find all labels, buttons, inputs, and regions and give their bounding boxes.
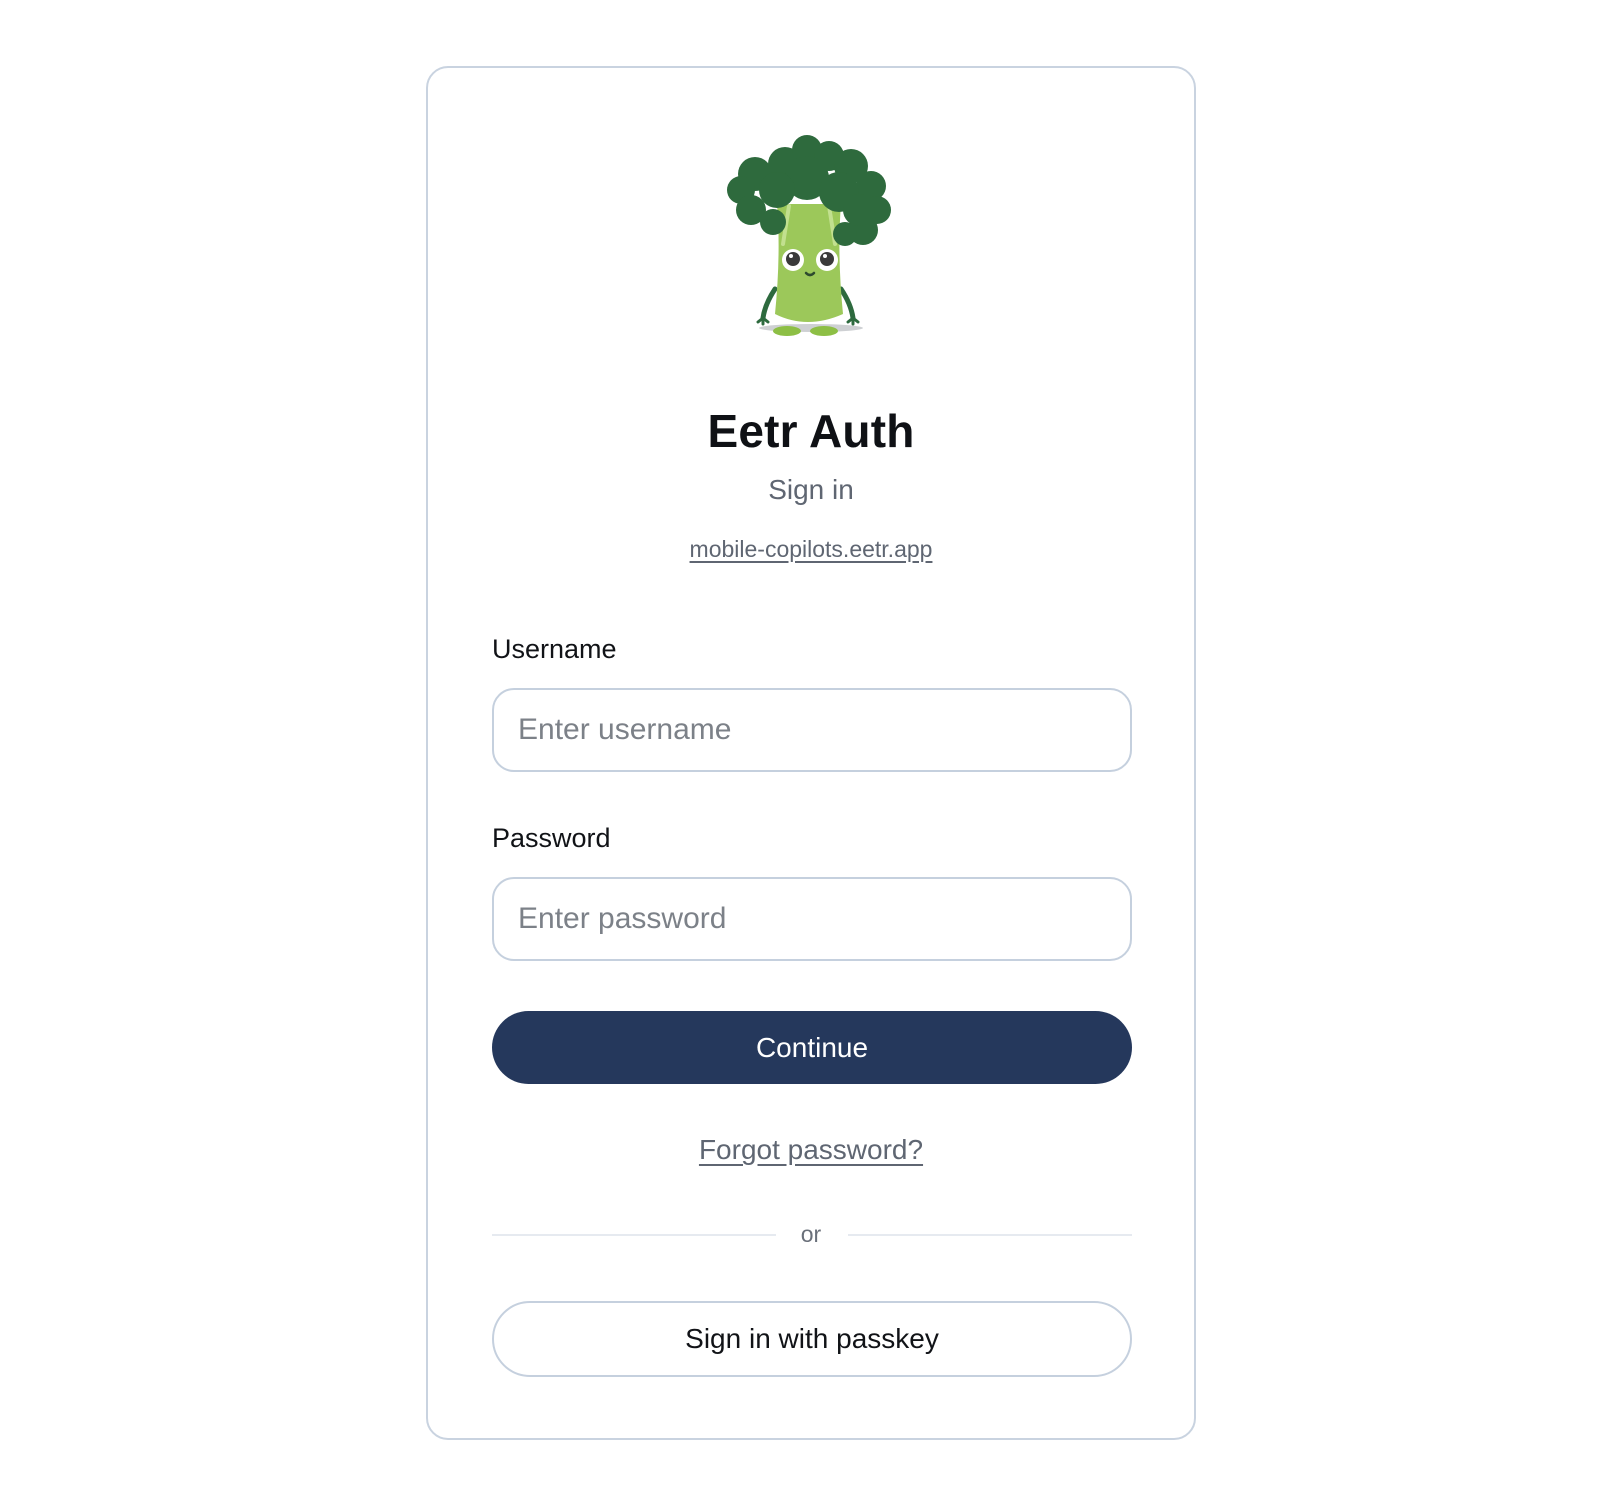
password-input[interactable] (492, 877, 1132, 961)
page-subtitle: Sign in (768, 474, 854, 505)
domain-link[interactable]: mobile-copilots.eetr.app (428, 536, 1194, 563)
password-label: Password (492, 823, 611, 853)
passkey-signin-button[interactable]: Sign in with passkey (492, 1301, 1132, 1377)
app-title: Eetr Auth (707, 405, 915, 457)
divider-right-line (848, 1234, 1132, 1236)
broccoli-mascot-icon (727, 135, 891, 336)
forgot-password-link[interactable]: Forgot password? (428, 1134, 1194, 1166)
username-input[interactable] (492, 688, 1132, 772)
continue-button[interactable]: Continue (492, 1011, 1132, 1084)
login-card: Eetr Auth Sign in mobile-copilots.eetr.a… (426, 66, 1196, 1440)
username-label: Username (492, 634, 617, 664)
